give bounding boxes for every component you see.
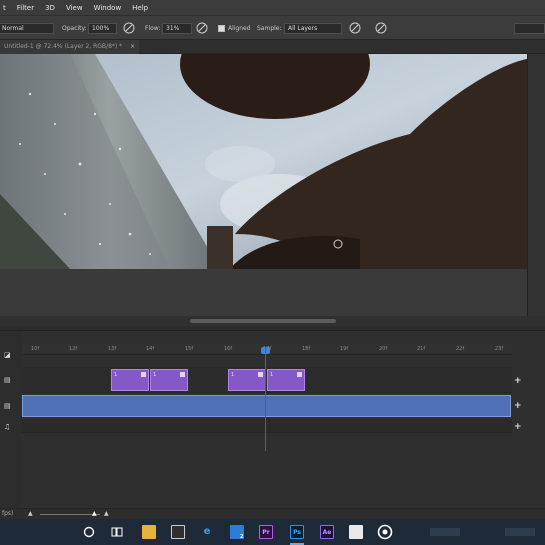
scroll-thumb[interactable] [190, 319, 336, 323]
document-tab-bar: Untitled-1 @ 72.4% (Layer 2, RGB/8*) * × [0, 40, 545, 54]
audio-track[interactable] [22, 419, 512, 433]
menu-3d[interactable]: 3D [45, 4, 55, 12]
convert-frames-icon[interactable]: ◪ [4, 351, 11, 359]
layer-2-track[interactable]: 1 1 1 1 [22, 367, 512, 393]
tick-label: 23f [495, 346, 504, 352]
tick-label: 14f [146, 346, 155, 352]
tick-label: 10f [31, 346, 40, 352]
mail-icon[interactable]: 2 [230, 525, 244, 540]
pressure-brush-icon[interactable] [123, 22, 135, 34]
zoom-out-icon[interactable]: ▲ [28, 510, 33, 517]
aligned-label: Aligned [228, 25, 251, 32]
ignore-adjustment-layers-icon[interactable] [349, 22, 361, 34]
tray-area[interactable] [430, 528, 460, 536]
playhead-line [265, 347, 266, 451]
timeline-panel: ◪ ▤ ▤ ♫ 10f 12f 13f 14f 15f 16f 17f 18f … [0, 330, 545, 511]
zoom-slider-thumb-icon[interactable]: ▲ [92, 510, 97, 517]
options-bar: Normal Opacity: 100% Flow: 31% Aligned S… [0, 15, 545, 40]
frame-clip[interactable]: 1 [111, 369, 149, 391]
vertical-scrollbar[interactable] [527, 54, 545, 316]
timeline-track-headers: ◪ ▤ ▤ ♫ [0, 331, 22, 511]
clip-label: 1 [153, 372, 157, 378]
add-audio-icon[interactable]: + [514, 422, 522, 432]
sample-select[interactable]: All Layers [284, 23, 342, 34]
sample-label: Sample: [257, 25, 282, 32]
tick-label: 18f [302, 346, 311, 352]
premiere-label: Pr [262, 529, 270, 536]
flow-label: Flow: [145, 25, 161, 32]
zoom-in-icon[interactable]: ▲ [104, 510, 109, 517]
mode-value: Normal [2, 25, 24, 32]
clip-label: 1 [270, 372, 274, 378]
audio-track-icon[interactable]: ♫ [4, 423, 10, 431]
add-media-icon[interactable]: + [514, 376, 522, 386]
timeline-controls: fps) ▲ ▲ ▲ [0, 508, 545, 519]
menu-window[interactable]: Window [94, 4, 122, 12]
clock-area[interactable] [505, 528, 535, 536]
mode-select[interactable]: Normal [0, 23, 54, 34]
canvas-area[interactable] [0, 9, 527, 316]
after-effects-label: Ae [322, 529, 332, 536]
photoshop-label: Ps [293, 529, 301, 536]
menu-view[interactable]: View [66, 4, 83, 12]
tick-label: 13f [108, 346, 117, 352]
file-explorer-icon[interactable] [142, 525, 156, 539]
flow-field[interactable]: 31% [162, 23, 192, 34]
clip-label: 1 [114, 372, 118, 378]
video-group-icon[interactable]: ▤ [4, 402, 11, 410]
fps-label: fps) [2, 510, 14, 517]
clip-handle-icon[interactable] [297, 372, 302, 377]
pressure-size-icon[interactable] [375, 22, 387, 34]
tick-label: 16f [224, 346, 233, 352]
document-tab-title: Untitled-1 @ 72.4% (Layer 2, RGB/8*) * [4, 43, 123, 50]
tick-label: 15f [185, 346, 194, 352]
task-view-icon[interactable] [111, 526, 123, 538]
menu-bar: t Filter 3D View Window Help [0, 0, 545, 15]
menu-filter[interactable]: Filter [17, 4, 34, 12]
app-icon[interactable] [377, 524, 393, 540]
tick-label: 20f [379, 346, 388, 352]
frame-clip[interactable]: 1 [228, 369, 266, 391]
premiere-icon[interactable]: Pr [259, 525, 273, 539]
tick-label: 19f [340, 346, 349, 352]
tick-label: 21f [417, 346, 426, 352]
clip-handle-icon[interactable] [180, 372, 185, 377]
opacity-label: Opacity: [62, 25, 87, 32]
clip-handle-icon[interactable] [258, 372, 263, 377]
close-tab-icon[interactable]: × [130, 43, 135, 50]
frame-clip[interactable]: 1 [150, 369, 188, 391]
canvas-image [0, 9, 527, 316]
tick-label: 22f [456, 346, 465, 352]
menu-image[interactable]: t [3, 4, 6, 12]
cortana-icon[interactable] [83, 526, 95, 538]
after-effects-icon[interactable]: Ae [320, 525, 334, 539]
zoom-slider[interactable] [40, 514, 100, 515]
document-tab[interactable]: Untitled-1 @ 72.4% (Layer 2, RGB/8*) * × [0, 40, 140, 54]
aligned-checkbox[interactable] [218, 25, 225, 32]
flow-value: 31% [166, 25, 180, 32]
horizontal-scrollbar[interactable] [0, 316, 545, 326]
store-icon[interactable] [171, 525, 185, 539]
menu-help[interactable]: Help [132, 4, 148, 12]
search-field[interactable] [514, 23, 545, 34]
badge-count: 2 [240, 534, 244, 540]
photoshop-icon[interactable]: Ps [290, 525, 304, 539]
airbrush-icon[interactable] [196, 22, 208, 34]
tick-label: 12f [69, 346, 78, 352]
sample-value: All Layers [288, 25, 318, 32]
windows-taskbar: e 2 Pr Ps Ae [0, 519, 545, 545]
video-group-track[interactable] [22, 395, 511, 417]
opacity-value: 100% [92, 25, 110, 32]
edge-icon[interactable]: e [200, 525, 214, 539]
layer-2-track-icon[interactable]: ▤ [4, 376, 11, 384]
add-media-icon[interactable]: + [514, 401, 522, 411]
clip-handle-icon[interactable] [141, 372, 146, 377]
frame-clip[interactable]: 1 [267, 369, 305, 391]
photos-icon[interactable] [349, 525, 363, 539]
opacity-field[interactable]: 100% [88, 23, 117, 34]
clip-label: 1 [231, 372, 235, 378]
